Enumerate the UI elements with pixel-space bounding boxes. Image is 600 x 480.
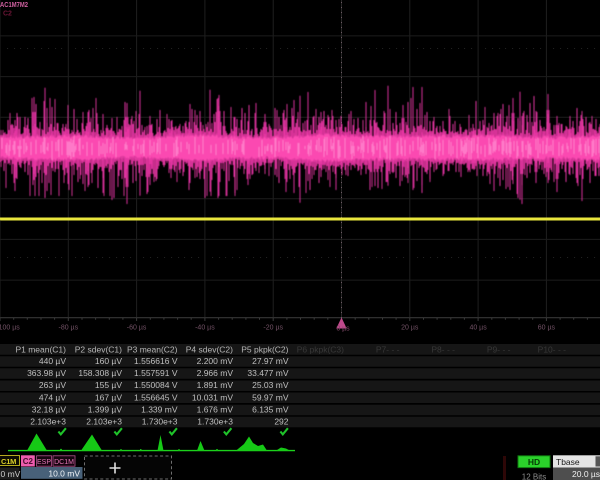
svg-text:0 mV: 0 mV bbox=[1, 469, 21, 479]
svg-text:AC1M7M2: AC1M7M2 bbox=[0, 0, 28, 9]
svg-text:C2: C2 bbox=[23, 457, 34, 466]
svg-text:1.676 mV: 1.676 mV bbox=[197, 404, 234, 414]
svg-text:20.0 µs: 20.0 µs bbox=[572, 469, 600, 479]
svg-text:1.550084 V: 1.550084 V bbox=[134, 380, 178, 390]
svg-text:440 µV: 440 µV bbox=[39, 356, 66, 366]
svg-text:P8- - -: P8- - - bbox=[431, 344, 455, 354]
svg-text:1.730e+3: 1.730e+3 bbox=[142, 417, 178, 427]
svg-text:155 µV: 155 µV bbox=[95, 380, 122, 390]
svg-text:HD: HD bbox=[528, 457, 540, 467]
svg-text:2.103e+3: 2.103e+3 bbox=[86, 417, 122, 427]
svg-text:1.399 µV: 1.399 µV bbox=[88, 404, 123, 414]
svg-text:P7- - -: P7- - - bbox=[376, 344, 400, 354]
svg-text:DC1M: DC1M bbox=[54, 459, 74, 466]
svg-text:1.556616 V: 1.556616 V bbox=[134, 356, 178, 366]
svg-text:1.556645 V: 1.556645 V bbox=[134, 392, 178, 402]
svg-text:P3 mean(C2): P3 mean(C2) bbox=[127, 344, 178, 354]
svg-text:60 µs: 60 µs bbox=[538, 325, 556, 332]
svg-text:292: 292 bbox=[274, 417, 288, 427]
svg-text:P4 sdev(C2): P4 sdev(C2) bbox=[186, 344, 233, 354]
svg-text:1.557591 V: 1.557591 V bbox=[134, 368, 178, 378]
svg-text:25.03 mV: 25.03 mV bbox=[252, 380, 289, 390]
svg-text:1.339 mV: 1.339 mV bbox=[141, 404, 178, 414]
svg-text:P9- - -: P9- - - bbox=[487, 344, 511, 354]
svg-text:32.18 µV: 32.18 µV bbox=[32, 404, 67, 414]
svg-text:-80 µs: -80 µs bbox=[58, 325, 78, 332]
svg-text:12 Bits: 12 Bits bbox=[522, 473, 546, 480]
svg-text:C2: C2 bbox=[3, 11, 12, 18]
svg-text:-60 µs: -60 µs bbox=[127, 325, 147, 332]
svg-text:1.730e+3: 1.730e+3 bbox=[197, 417, 233, 427]
svg-text:20 µs: 20 µs bbox=[401, 325, 419, 332]
svg-text:P10- - -: P10- - - bbox=[538, 344, 567, 354]
svg-text:474 µV: 474 µV bbox=[39, 392, 66, 402]
svg-text:-40 µs: -40 µs bbox=[195, 325, 215, 332]
svg-text:P6 pkpk(C3): P6 pkpk(C3) bbox=[297, 344, 344, 354]
svg-text:P2 sdev(C1): P2 sdev(C1) bbox=[75, 344, 122, 354]
svg-text:Tbase: Tbase bbox=[556, 457, 580, 467]
svg-text:2.966 mV: 2.966 mV bbox=[197, 368, 234, 378]
svg-text:33.477 mV: 33.477 mV bbox=[247, 368, 288, 378]
svg-text:10.031 mV: 10.031 mV bbox=[192, 392, 233, 402]
svg-text:C1M: C1M bbox=[1, 457, 16, 466]
svg-text:160 µV: 160 µV bbox=[95, 356, 122, 366]
svg-text:1.891 mV: 1.891 mV bbox=[197, 380, 234, 390]
svg-text:2.103e+3: 2.103e+3 bbox=[30, 417, 66, 427]
svg-text:10.0 mV: 10.0 mV bbox=[48, 469, 80, 479]
svg-text:40 µs: 40 µs bbox=[469, 325, 487, 332]
svg-text:-20 µs: -20 µs bbox=[263, 325, 283, 332]
svg-text:-100 µs: -100 µs bbox=[0, 325, 20, 332]
svg-text:2.200 mV: 2.200 mV bbox=[197, 356, 234, 366]
svg-text:27.97 mV: 27.97 mV bbox=[252, 356, 289, 366]
svg-text:263 µV: 263 µV bbox=[39, 380, 66, 390]
svg-text:P5 pkpk(C2): P5 pkpk(C2) bbox=[241, 344, 288, 354]
svg-text:158.308 µV: 158.308 µV bbox=[78, 368, 122, 378]
svg-text:0 µs: 0 µs bbox=[336, 326, 350, 333]
svg-text:P1 mean(C1): P1 mean(C1) bbox=[15, 344, 66, 354]
svg-text:6.135 mV: 6.135 mV bbox=[252, 404, 289, 414]
svg-text:ESP: ESP bbox=[37, 459, 51, 466]
svg-text:363.98 µV: 363.98 µV bbox=[27, 368, 66, 378]
svg-text:167 µV: 167 µV bbox=[95, 392, 122, 402]
svg-text:59.97 mV: 59.97 mV bbox=[252, 392, 289, 402]
